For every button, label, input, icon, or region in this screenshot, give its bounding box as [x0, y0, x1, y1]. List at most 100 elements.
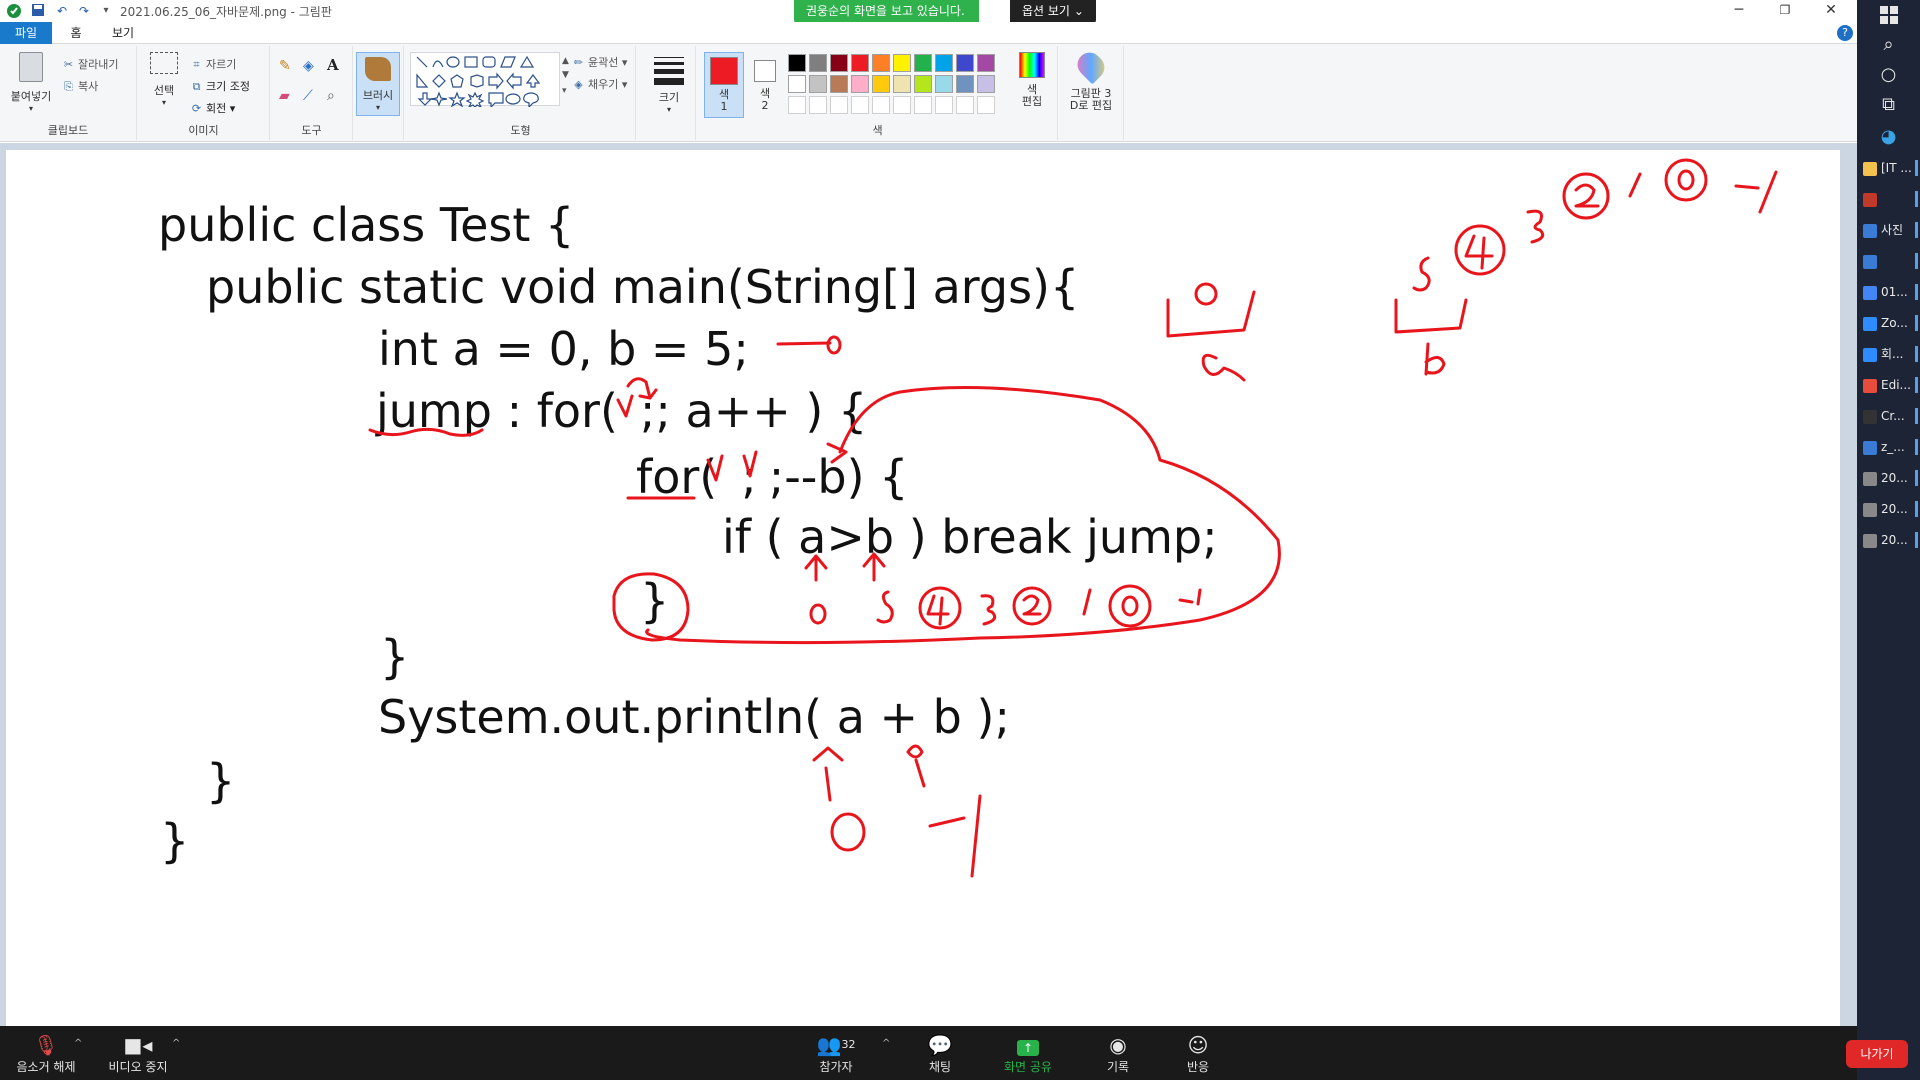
- participants-options-icon[interactable]: ^: [882, 1038, 890, 1049]
- share-screen-button[interactable]: ↑ 화면 공유: [996, 1032, 1060, 1075]
- participants-button[interactable]: 👥32 참가자: [808, 1032, 864, 1075]
- taskbar-app-icon: [1863, 254, 1877, 269]
- chat-icon: 💬: [927, 1033, 953, 1057]
- taskbar-app[interactable]: Edi...: [1863, 373, 1918, 397]
- taskbar-app-label: Zo...: [1881, 316, 1908, 330]
- a-box: [1166, 290, 1256, 338]
- participants-label: 참가자: [819, 1060, 853, 1074]
- chat-button[interactable]: 💬 채팅: [920, 1032, 960, 1075]
- stop-video-button[interactable]: ■◂ 비디오 중지: [104, 1032, 172, 1075]
- zoom-meeting-bar: 🎙 음소거 해제 ^ ■◂ 비디오 중지 ^ 👥32 참가자 ^ 💬 채팅 ↑ …: [0, 1026, 1908, 1080]
- taskbar-app-label: Edi...: [1881, 378, 1911, 392]
- video-options-icon[interactable]: ^: [172, 1038, 180, 1049]
- bottom-arrow-a: [824, 766, 832, 802]
- value-5: [876, 590, 894, 624]
- stop-video-label: 비디오 중지: [108, 1060, 168, 1074]
- record-icon: ◉: [1109, 1033, 1127, 1057]
- start-icon[interactable]: [1857, 6, 1920, 29]
- b-box: [1394, 298, 1468, 334]
- taskbar-app[interactable]: 회...: [1863, 342, 1918, 366]
- a-zero: [1194, 282, 1218, 306]
- microphone-muted-icon: 🎙: [33, 1033, 59, 1057]
- taskbar-app[interactable]: [IT ...: [1863, 156, 1918, 180]
- bottom-neg1: [928, 794, 982, 878]
- taskbar-app-icon: [1863, 533, 1877, 548]
- check-mark-a: [616, 394, 634, 418]
- b-neg1: [1734, 170, 1778, 214]
- chat-label: 채팅: [928, 1060, 952, 1074]
- task-view-icon[interactable]: ⧉: [1857, 94, 1920, 115]
- participants-count: 32: [841, 1038, 856, 1051]
- taskbar-app-icon: [1863, 285, 1877, 300]
- b-3: [1526, 209, 1545, 244]
- taskbar-app-label: 회...: [1881, 347, 1904, 361]
- taskbar-app[interactable]: 01...: [1863, 280, 1918, 304]
- taskbar-app[interactable]: 사진: [1863, 218, 1918, 242]
- taskbar-app[interactable]: 20...: [1863, 528, 1918, 552]
- audio-options-icon[interactable]: ^: [74, 1038, 82, 1049]
- taskbar-app-icon: [1863, 502, 1877, 517]
- taskbar-app-icon: [1863, 378, 1877, 393]
- record-label: 기록: [1106, 1060, 1130, 1074]
- taskbar-app-icon: [1863, 223, 1877, 238]
- taskbar-app-icon: [1863, 347, 1877, 362]
- cortana-icon[interactable]: ○: [1857, 64, 1920, 85]
- taskbar-app-icon: [1863, 440, 1877, 455]
- a-letter: [1201, 353, 1246, 382]
- circle-0: [1108, 584, 1152, 628]
- annotation-circle-line3: [826, 335, 842, 355]
- taskbar-app[interactable]: Cr...: [1863, 404, 1918, 428]
- taskbar-app[interactable]: 20...: [1863, 497, 1918, 521]
- taskbar-app-icon: [1863, 161, 1877, 176]
- edge-icon[interactable]: ◕: [1857, 126, 1920, 147]
- brace-circle: [612, 572, 690, 642]
- handwritten-annotations: [368, 158, 1778, 878]
- app-root: ↶ ↷ ▾ 2021.06.25_06_자바문제.png - 그림판 ─ ❐ ✕…: [0, 0, 1920, 1080]
- taskbar-app-label: [IT ...: [1881, 161, 1912, 175]
- value-1: [1082, 588, 1092, 616]
- unmute-label: 음소거 해제: [16, 1060, 76, 1074]
- value-neg1: [1178, 588, 1202, 606]
- jump-underline: [368, 427, 484, 437]
- annotation-arrow-line3: [776, 341, 832, 346]
- taskbar-app[interactable]: Zo...: [1863, 311, 1918, 335]
- unmute-button[interactable]: 🎙 음소거 해제: [14, 1032, 78, 1075]
- taskbar-app-label: 01...: [1881, 285, 1908, 299]
- taskbar-app-label: 20...: [1881, 533, 1908, 547]
- value-3: [980, 594, 997, 626]
- reactions-button[interactable]: ☺ 반응: [1178, 1032, 1218, 1075]
- b-letter: [1424, 342, 1446, 376]
- taskbar-app[interactable]: [1863, 187, 1918, 211]
- video-camera-icon: ■◂: [123, 1033, 153, 1057]
- taskbar-app[interactable]: [1863, 249, 1918, 273]
- record-button[interactable]: ◉ 기록: [1098, 1032, 1138, 1075]
- participants-icon: 👥32: [816, 1033, 856, 1057]
- taskbar-app-label: 사진: [1881, 223, 1904, 237]
- b-circle-0: [1664, 158, 1708, 202]
- share-screen-label: 화면 공유: [1004, 1060, 1052, 1074]
- b-circle-4: [1454, 224, 1506, 276]
- taskbar-app-label: z_...: [1881, 440, 1905, 454]
- circle-2: [1012, 586, 1052, 626]
- taskbar-app-icon: [1863, 471, 1877, 486]
- reactions-label: 반응: [1186, 1060, 1210, 1074]
- taskbar-app-label: 20...: [1881, 502, 1908, 516]
- taskbar-app[interactable]: z_...: [1863, 435, 1918, 459]
- b-1: [1628, 172, 1642, 198]
- taskbar-app-label: 20...: [1881, 471, 1908, 485]
- leave-button[interactable]: 나가기: [1846, 1040, 1908, 1068]
- taskbar-app-label: Cr...: [1881, 409, 1905, 423]
- check-mark-b: [706, 454, 724, 482]
- value-0-under-a: [809, 603, 827, 625]
- b-circle-2: [1562, 172, 1610, 220]
- taskbar-app-icon: [1863, 316, 1877, 331]
- windows-taskbar: ⌕ ○ ⧉ ◕ [IT ... 사진 01... Zo... 회... Edi... Cr.…: [1857, 0, 1920, 1080]
- search-icon[interactable]: ⌕: [1857, 34, 1920, 55]
- loop-curve: [645, 386, 1281, 645]
- taskbar-app-icon: [1863, 192, 1877, 207]
- reactions-icon: ☺: [1187, 1033, 1209, 1057]
- b-5: [1412, 256, 1431, 292]
- check-mark-c: [742, 450, 758, 478]
- taskbar-app[interactable]: 20...: [1863, 466, 1918, 490]
- check-arrow-a: [626, 377, 648, 388]
